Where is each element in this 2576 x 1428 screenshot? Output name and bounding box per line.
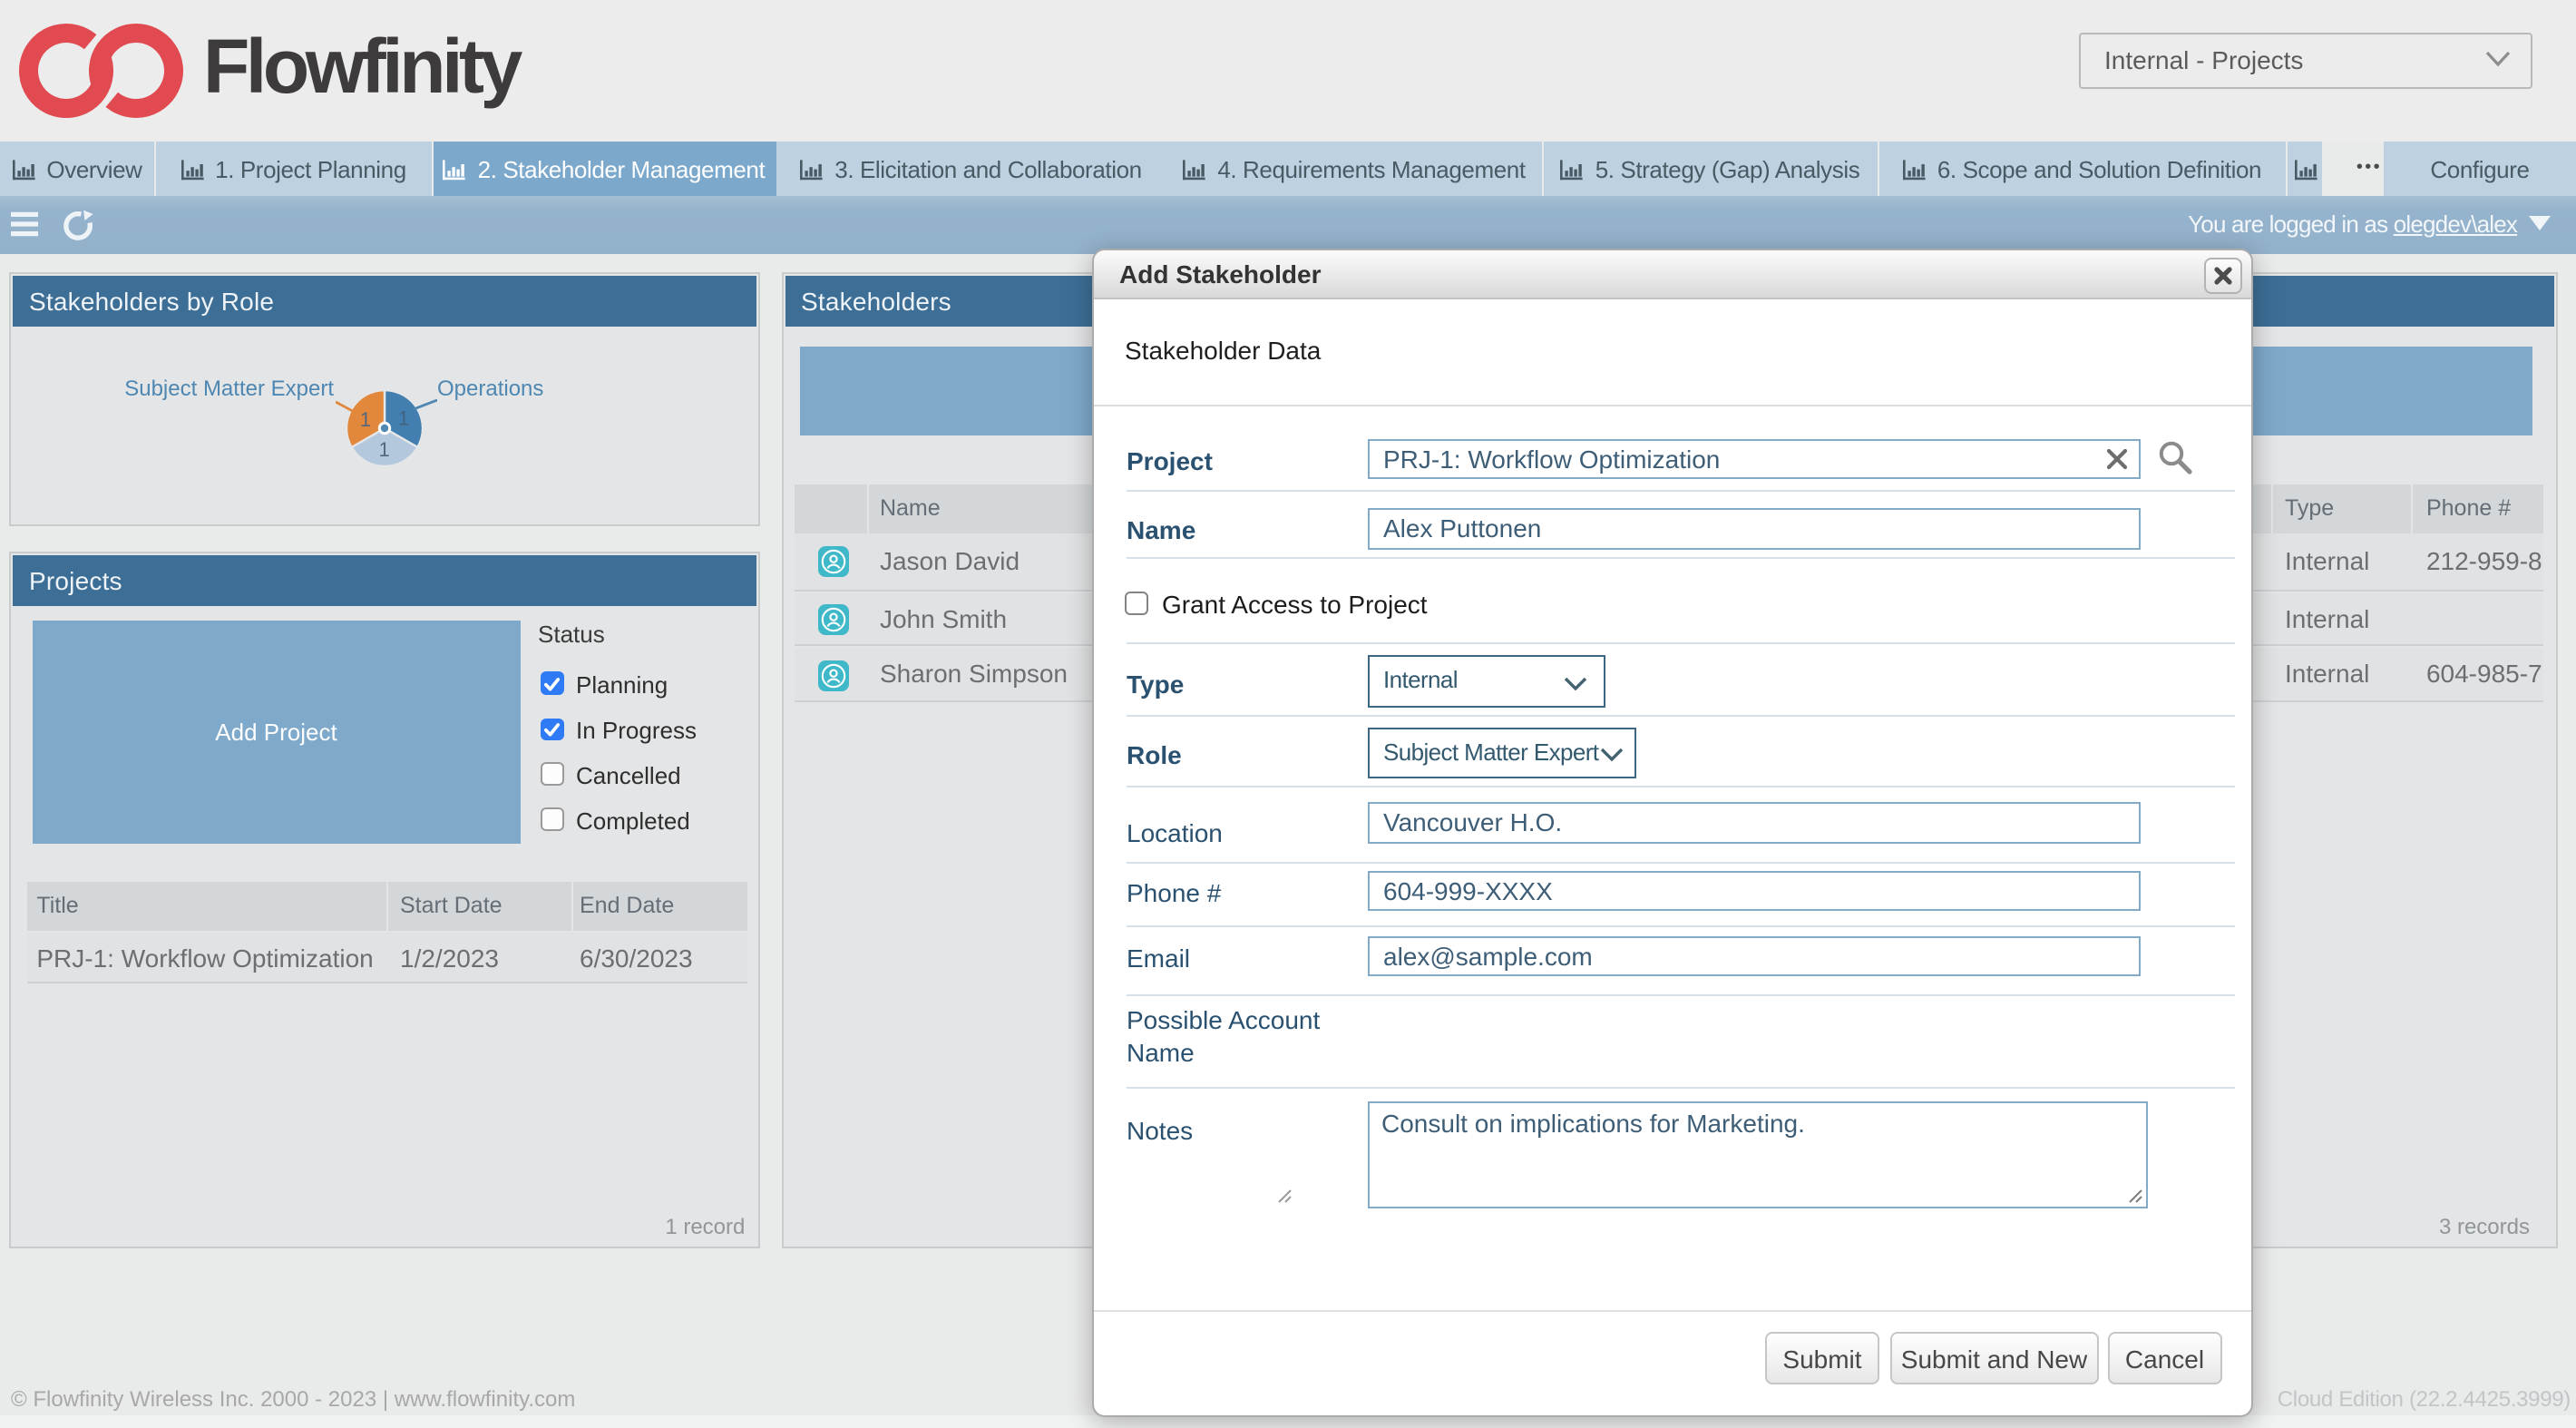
svg-text:1: 1 xyxy=(360,408,371,431)
svg-text:1: 1 xyxy=(378,438,389,461)
svg-text:1: 1 xyxy=(398,406,409,429)
